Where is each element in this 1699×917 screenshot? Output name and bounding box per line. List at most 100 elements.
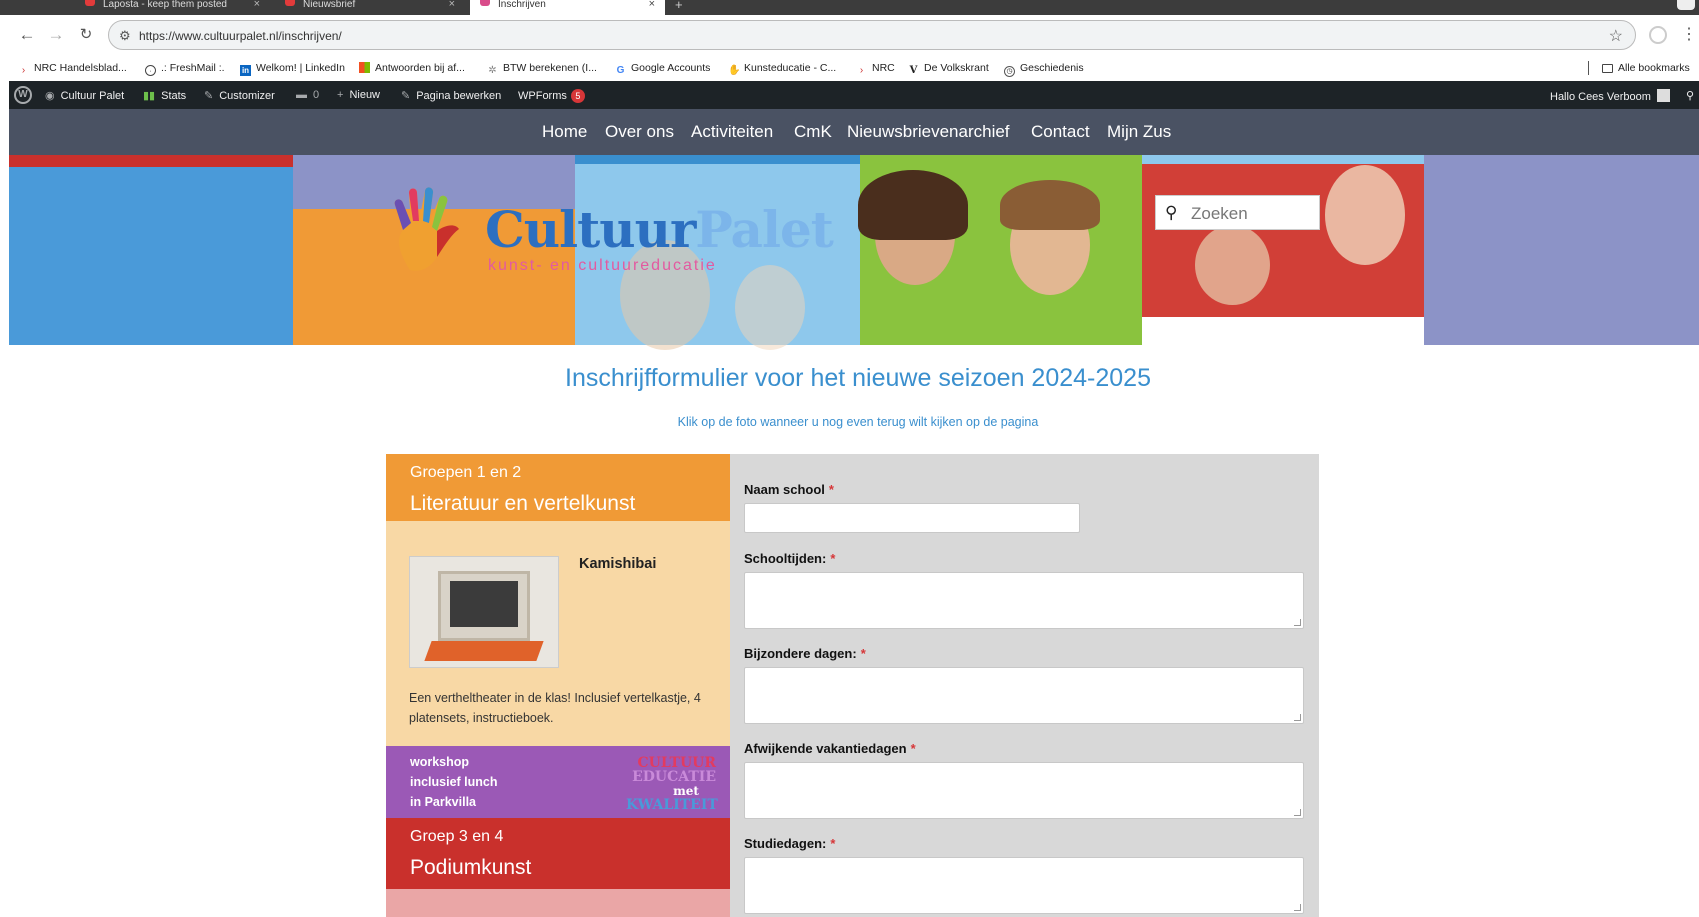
logo-word-cultuur: Cultuur (485, 200, 696, 259)
stats-icon: ▮▮ (143, 90, 156, 102)
logo-word-palet: Palet (695, 200, 834, 259)
bookmark-item[interactable]: in Welkom! | LinkedIn (240, 62, 345, 76)
field-label-afwijkende-vakantiedagen: Afwijkende vakantiedagen * (744, 741, 916, 756)
kamishibai-photo[interactable] (409, 556, 559, 668)
nav-nieuwsbrievenarchief[interactable]: Nieuwsbrievenarchief (847, 122, 1010, 142)
required-asterisk: * (860, 646, 866, 661)
resize-handle-icon[interactable] (1294, 904, 1301, 911)
menu-icon[interactable]: ⋮ (1681, 24, 1697, 44)
close-tab-icon[interactable]: × (254, 0, 260, 10)
nav-cmk[interactable]: CmK (794, 122, 832, 142)
bookmark-label: Antwoorden bij af... (375, 62, 465, 74)
url-text[interactable]: https://www.cultuurpalet.nl/inschrijven/ (139, 29, 342, 43)
wp-greeting: Hallo Cees Verboom (1550, 91, 1651, 103)
schooltijden-textarea[interactable] (744, 572, 1304, 629)
bookmark-label: De Volkskrant (924, 62, 989, 74)
pencil-icon: ✎ (401, 90, 411, 102)
dashboard-icon: ◉ (45, 90, 55, 102)
wp-customizer-link[interactable]: ✎ Customizer (204, 89, 275, 102)
wp-new-label: Nieuw (349, 89, 381, 101)
history-icon: ◷ (1004, 66, 1015, 77)
site-settings-icon[interactable]: ⚙ (119, 28, 131, 44)
folder-icon (1602, 64, 1613, 73)
profile-icon[interactable] (1649, 26, 1667, 44)
bijzondere-dagen-textarea[interactable] (744, 667, 1304, 724)
promo-line: inclusief lunch (410, 775, 498, 789)
wp-stats-link[interactable]: ▮▮ Stats (143, 89, 186, 102)
group-header-3-4: Groep 3 en 4 Podiumkunst (386, 818, 730, 889)
nav-contact[interactable]: Contact (1031, 122, 1090, 142)
bookmark-item[interactable]: G Google Accounts (615, 62, 711, 76)
wp-edit-page-link[interactable]: ✎ Pagina bewerken (401, 89, 501, 102)
label-text: Studiedagen: (744, 836, 827, 851)
required-asterisk: * (830, 836, 836, 851)
chevron-icon: › (21, 65, 26, 76)
tab-inschrijven[interactable]: Inschrijven × (470, 0, 665, 15)
bookmark-item[interactable]: · .: FreshMail :. (145, 62, 225, 76)
studiedagen-textarea[interactable] (744, 857, 1304, 914)
wp-wpforms-link[interactable]: WPForms 5 (518, 89, 585, 103)
activity-description: Een vertheltheater in de klas! Inclusief… (409, 691, 701, 725)
nav-home[interactable]: Home (542, 122, 587, 142)
site-logo[interactable]: CultuurPalet (485, 200, 834, 259)
reload-icon[interactable]: ↻ (75, 24, 97, 46)
nav-mijn-zus[interactable]: Mijn Zus (1107, 122, 1171, 142)
resize-handle-icon[interactable] (1294, 809, 1301, 816)
wp-account-menu[interactable]: Hallo Cees Verboom (1550, 89, 1670, 103)
bookmark-item[interactable]: › NRC (856, 62, 895, 76)
bookmark-star-icon[interactable]: ☆ (1609, 26, 1623, 46)
wp-wpforms-label: WPForms (518, 90, 567, 102)
field-label-studiedagen: Studiedagen: * (744, 836, 835, 851)
search-icon: ⚲ (1165, 203, 1178, 222)
bookmark-item[interactable]: ◷ Geschiedenis (1004, 62, 1084, 77)
group-label: Groep 3 en 4 (410, 828, 504, 845)
bookmark-label: .: FreshMail :. (161, 62, 225, 74)
child-photo-figure (1195, 225, 1270, 305)
bookmark-item[interactable]: V De Volkskrant (908, 62, 989, 76)
bookmark-item[interactable]: ✋ Kunsteducatie - C... (728, 62, 836, 76)
banner-strip-red (9, 155, 293, 167)
bookmark-item[interactable]: ✲ BTW berekenen (I... (487, 62, 597, 76)
bookmark-item[interactable]: › NRC Handelsblad... (18, 62, 127, 76)
address-bar[interactable]: ⚙ https://www.cultuurpalet.nl/inschrijve… (108, 20, 1636, 50)
workshop-promo[interactable]: workshop inclusief lunch in Parkvilla CU… (386, 746, 730, 818)
new-tab-icon[interactable]: + (675, 0, 683, 11)
wp-comments-link[interactable]: ▬ 0 (296, 89, 319, 101)
label-text: Naam school (744, 482, 825, 497)
bookmarks-bar: › NRC Handelsblad... · .: FreshMail :. in W… (0, 56, 1699, 81)
wp-site-link[interactable]: ◉ Cultuur Palet (45, 89, 124, 102)
tab-nieuwsbrief[interactable]: Nieuwsbrief × (275, 0, 465, 15)
wp-customizer-label: Customizer (219, 90, 275, 102)
bookmark-item[interactable]: Antwoorden bij af... (359, 62, 465, 74)
cultuur-educatie-kwaliteit-logo: CULTUUR EDUCATIE met KWALITEIT (626, 756, 718, 812)
wordpress-icon[interactable]: W (14, 86, 32, 104)
resize-handle-icon[interactable] (1294, 619, 1301, 626)
close-tab-icon[interactable]: × (449, 0, 455, 10)
all-bookmarks[interactable]: Alle bookmarks (1602, 62, 1690, 74)
forward-icon[interactable]: → (45, 24, 67, 46)
nav-activiteiten[interactable]: Activiteiten (691, 122, 773, 142)
banner-strip-lightblue (1142, 155, 1424, 164)
wp-search-icon[interactable]: ⚲ (1686, 89, 1694, 102)
search-input[interactable]: Zoeken (1191, 204, 1248, 224)
tab-search-icon[interactable] (1677, 0, 1695, 10)
field-label-schooltijden: Schooltijden: * (744, 551, 835, 566)
search-box[interactable]: ⚲ Zoeken (1155, 195, 1320, 230)
naam-school-input[interactable] (744, 503, 1080, 533)
next-activity-card (386, 889, 730, 917)
back-icon[interactable]: ← (16, 24, 38, 46)
bookmark-label: Welkom! | LinkedIn (256, 62, 345, 74)
afwijkende-vakantiedagen-textarea[interactable] (744, 762, 1304, 819)
linkedin-icon: in (240, 65, 251, 76)
page-subtitle: Klik op de foto wanneer u nog even terug… (677, 415, 1039, 429)
resize-handle-icon[interactable] (1294, 714, 1301, 721)
bookmark-label: Google Accounts (631, 62, 711, 74)
tab-laposta[interactable]: Laposta - keep them posted × (75, 0, 270, 15)
wp-new-link[interactable]: + Nieuw (337, 89, 380, 101)
close-tab-icon[interactable]: × (649, 0, 655, 10)
bookmark-label: NRC Handelsblad... (34, 62, 127, 74)
field-label-bijzondere-dagen: Bijzondere dagen: * (744, 646, 866, 661)
site-navigation: Home Over ons Activiteiten CmK Nieuwsbri… (9, 109, 1699, 155)
nav-over-ons[interactable]: Over ons (605, 122, 674, 142)
laposta-favicon-icon (85, 0, 95, 6)
